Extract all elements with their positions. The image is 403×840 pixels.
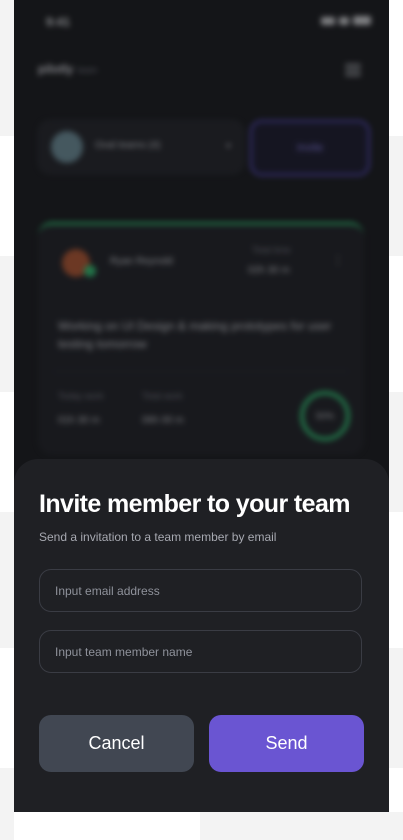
background-stripe <box>0 0 14 136</box>
stat-total: Total work 06h 00 m <box>142 391 184 426</box>
app-logo: pilotly team <box>38 62 97 76</box>
card-description: Working on UI Design & making prototypes… <box>58 319 332 351</box>
progress-ring: 50% <box>300 391 350 441</box>
phone-screen: 9:41 pilotly team Oval teams (4) ▾ Invite… <box>14 0 389 812</box>
member-activity-card: Ryan Reynold Total time 02h 30 m ⋮ Worki… <box>38 222 364 455</box>
invite-member-sheet: Invite member to your team Send a invita… <box>14 459 389 812</box>
team-avatar <box>51 131 83 163</box>
battery-icon <box>353 16 371 25</box>
stat-value: 06h 00 m <box>142 415 184 426</box>
status-icons <box>321 16 371 25</box>
stat-today: Today work 01h 30 m <box>58 391 104 426</box>
signal-icon <box>321 16 335 25</box>
sheet-title: Invite member to your team <box>39 490 350 518</box>
team-selector[interactable]: Oval teams (4) ▾ <box>38 120 244 174</box>
stat-value: 01h 30 m <box>58 415 100 426</box>
background-stripe <box>0 256 14 392</box>
hamburger-menu-icon[interactable] <box>345 64 361 76</box>
email-input[interactable] <box>39 569 362 612</box>
card-time-value: 02h 30 m <box>248 265 290 276</box>
team-name: Oval teams (4) <box>95 140 161 151</box>
background-stripe <box>200 812 403 840</box>
background-stripe <box>389 136 403 256</box>
background-stripe <box>389 392 403 512</box>
background-stripe <box>0 512 14 648</box>
background-stripe <box>0 768 14 840</box>
send-button[interactable]: Send <box>209 715 364 772</box>
logo-text: pilotly <box>38 62 74 76</box>
member-name: Ryan Reynold <box>110 256 173 267</box>
chevron-down-icon: ▾ <box>225 141 231 152</box>
cancel-button[interactable]: Cancel <box>39 715 194 772</box>
wifi-icon <box>339 16 349 25</box>
status-bar: 9:41 <box>14 0 389 44</box>
more-options-icon[interactable]: ⋮ <box>332 253 344 267</box>
sheet-subtitle: Send a invitation to a team member by em… <box>39 530 277 544</box>
member-name-input[interactable] <box>39 630 362 673</box>
card-divider <box>54 371 348 372</box>
stat-label: Total work <box>142 391 183 401</box>
status-time: 9:41 <box>46 15 71 29</box>
card-time-label: Total time <box>252 245 291 255</box>
logo-subtext: team <box>77 65 98 75</box>
invite-button[interactable]: Invite <box>250 120 370 176</box>
background-stripe <box>389 648 403 768</box>
online-status-badge <box>84 265 96 277</box>
stat-label: Today work <box>58 391 104 401</box>
app-header: pilotly team <box>14 52 389 88</box>
